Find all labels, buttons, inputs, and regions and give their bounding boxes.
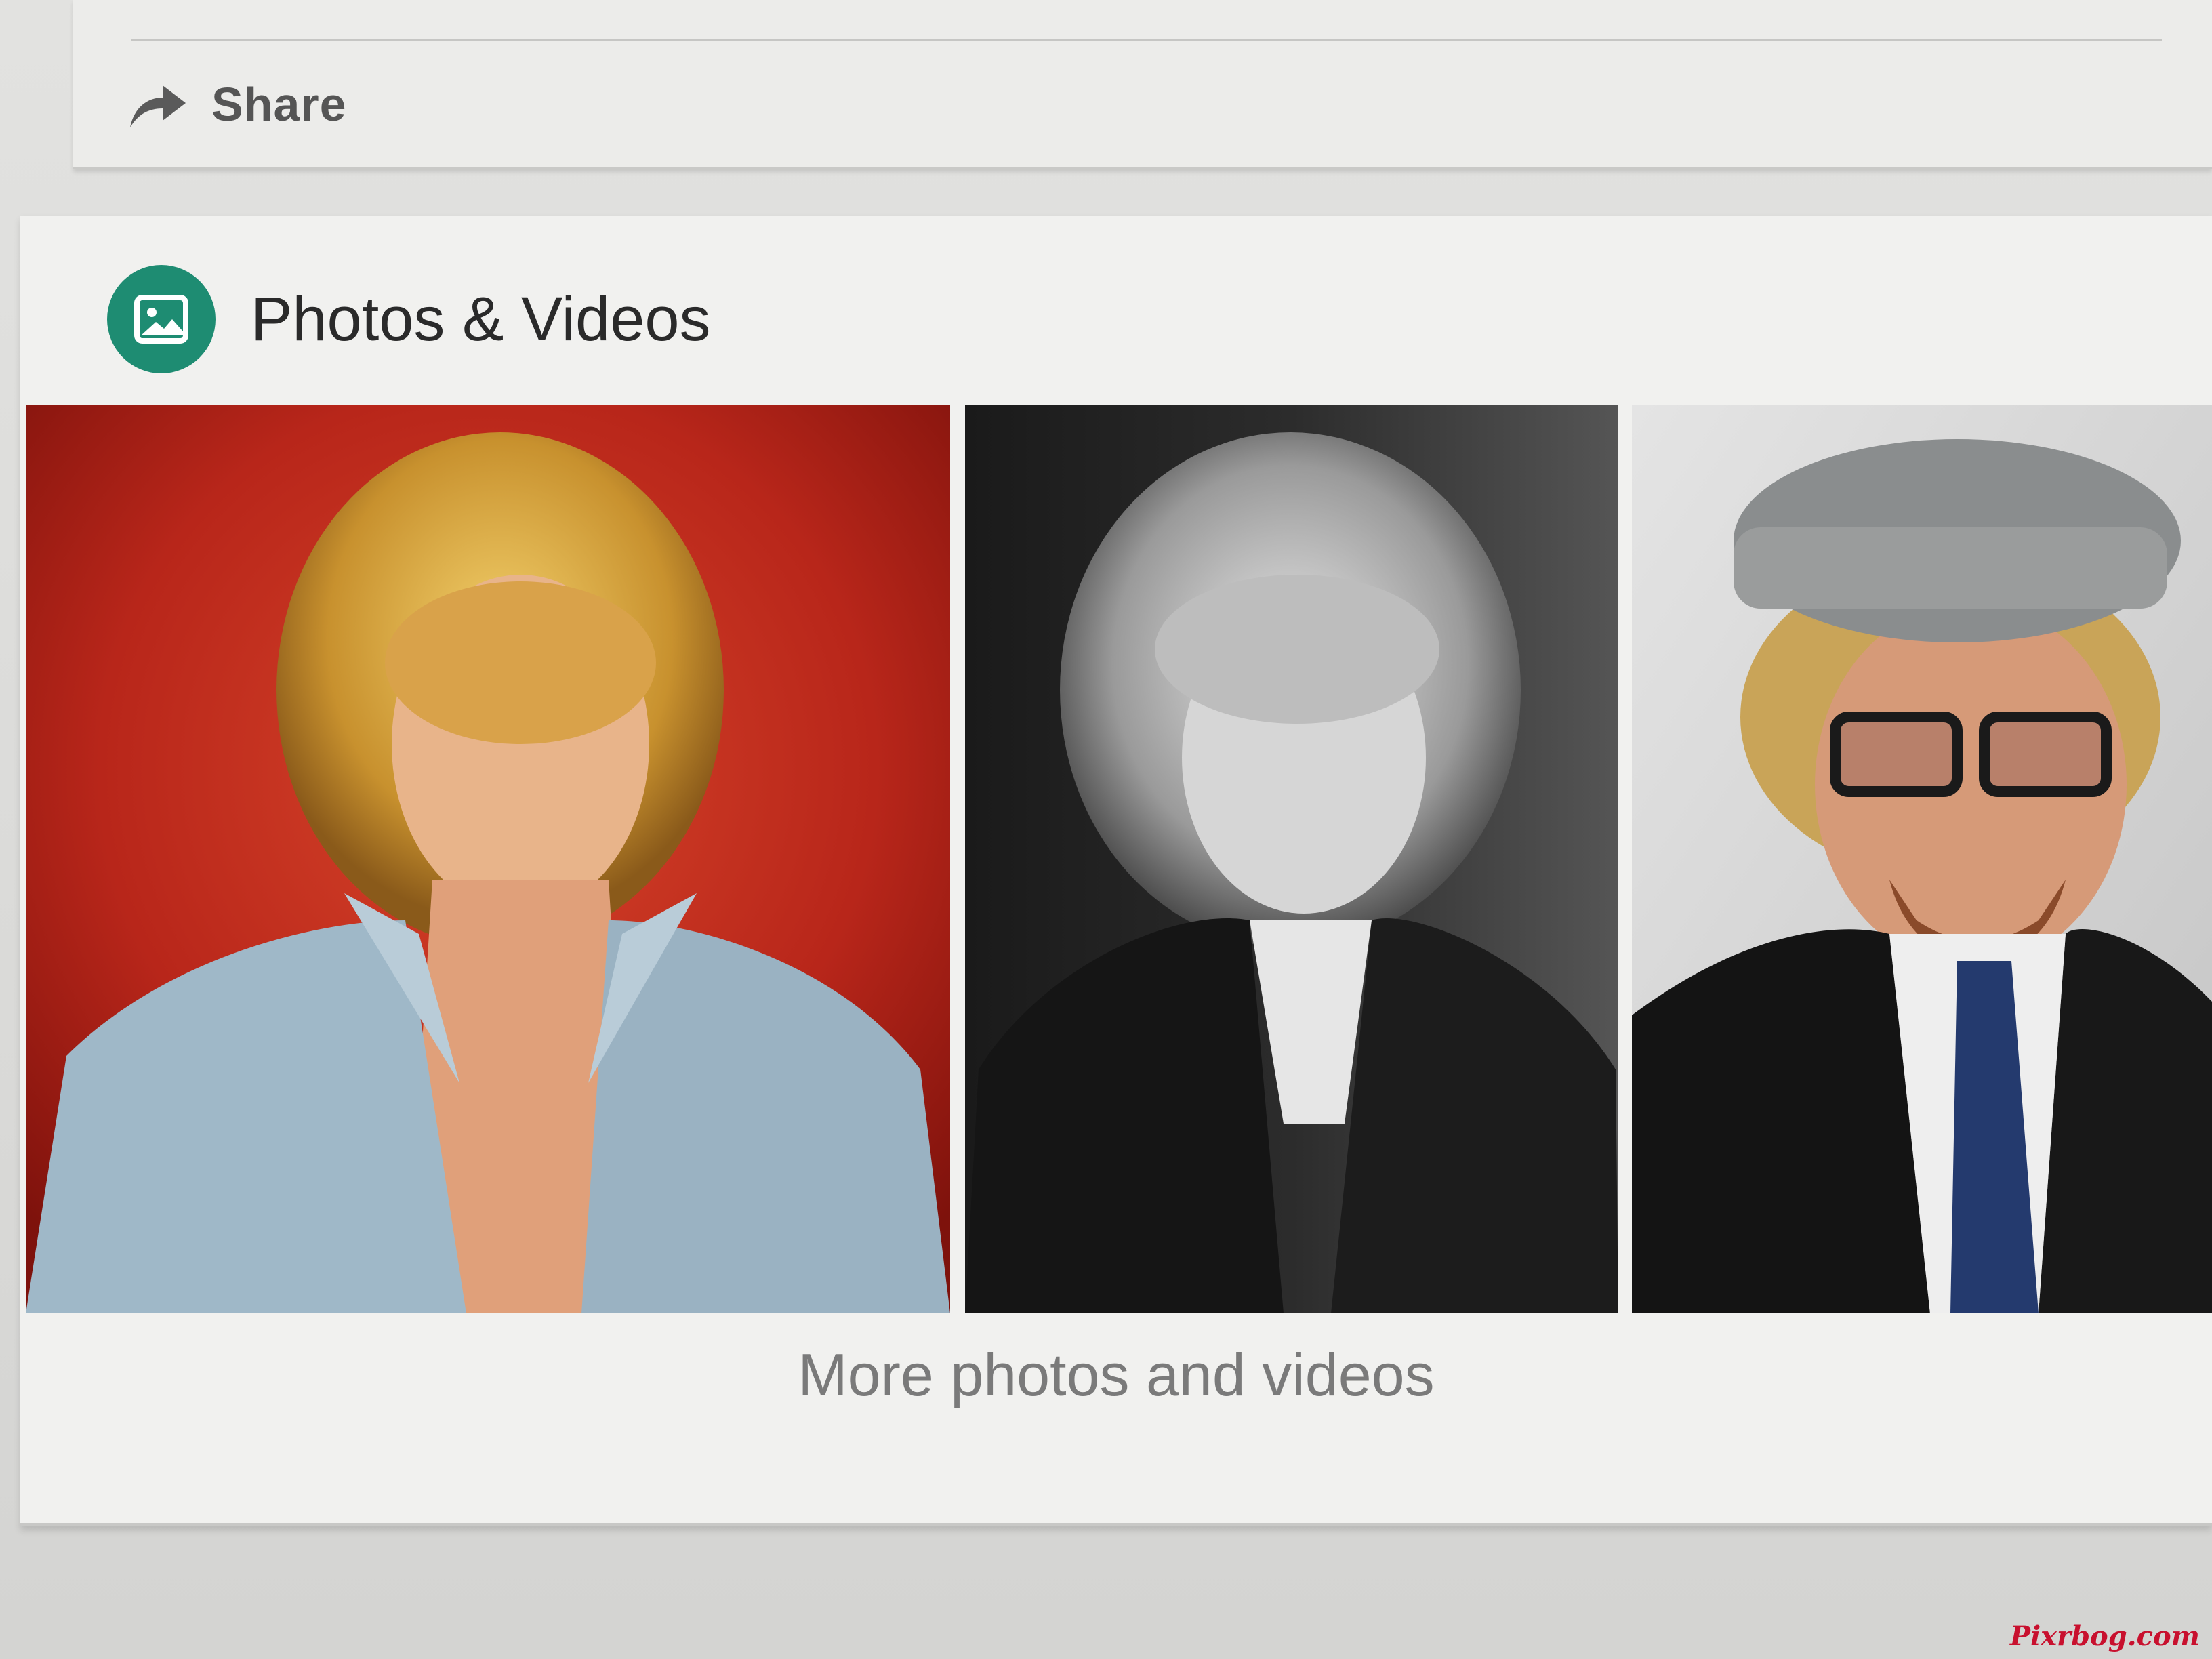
photo-thumbnail-2[interactable] (965, 405, 1618, 1313)
share-label: Share (211, 78, 347, 131)
share-arrow-icon (130, 85, 186, 127)
section-title: Photos & Videos (251, 284, 711, 354)
photos-videos-card: Photos & Videos More photos and videos (20, 216, 2212, 1526)
image-icon (107, 265, 216, 373)
share-button[interactable]: Share (125, 72, 347, 137)
more-photos-link[interactable]: More photos and videos (20, 1340, 2212, 1410)
photo-strip (20, 405, 2212, 1313)
photo-thumbnail-3[interactable] (1632, 405, 2212, 1313)
share-card: Share (73, 0, 2212, 169)
photo-thumbnail-1[interactable] (26, 405, 950, 1313)
divider (131, 39, 2162, 41)
card-header: Photos & Videos (107, 263, 711, 375)
watermark: Pixrbog.com (2009, 1620, 2200, 1652)
page: Share Photos & Videos More photos and vi… (0, 0, 2212, 1659)
